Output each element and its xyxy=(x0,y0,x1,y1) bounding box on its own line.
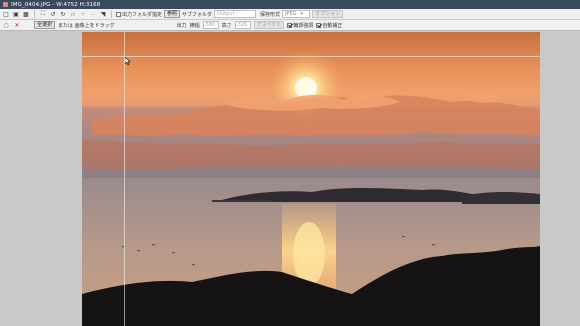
options-button[interactable]: オプション xyxy=(312,10,344,18)
crop-guide-vertical[interactable] xyxy=(124,32,125,326)
auto-correct-check-box[interactable] xyxy=(316,22,322,28)
toolbar-top: □ ▣ ▩ ⛶ ↺ ↻ ⇄ + − ◥ 出力フォルダ指定 参照 サブフォルダ O… xyxy=(0,9,580,20)
paste-icon[interactable]: ▩ xyxy=(22,10,30,18)
output-label: 出力 xyxy=(176,22,187,29)
circle-icon[interactable]: ○ xyxy=(2,21,10,29)
height-input[interactable]: 326 xyxy=(234,21,251,29)
zoom-out-icon[interactable]: − xyxy=(89,10,97,18)
select-all-button[interactable]: 全選択 xyxy=(34,21,56,29)
app-icon xyxy=(3,2,8,7)
auto-correct-checkbox[interactable]: 自動補正 xyxy=(316,22,342,29)
crop-guide-horizontal[interactable] xyxy=(82,56,540,57)
flip-icon[interactable]: ⇄ xyxy=(69,10,77,18)
rotate-right-icon[interactable]: ↻ xyxy=(59,10,67,18)
sharpen-checkbox[interactable]: 輪郭強調 xyxy=(287,22,313,29)
sharpen-label: 輪郭強調 xyxy=(293,22,314,29)
crop-icon[interactable]: ◥ xyxy=(99,10,107,18)
subfolder-label: サブフォルダ xyxy=(182,11,213,18)
title-bar: IMG_0404.JPG - W:4752 H:3168 xyxy=(0,0,580,9)
output-folder-checkbox[interactable]: 出力フォルダ指定 xyxy=(116,11,162,18)
toolbar-bottom: ○ ✕ 全選択 または 画像上をドラッグ 出力 横幅 580 高さ 326 アス… xyxy=(0,20,580,31)
rotate-left-icon[interactable]: ↺ xyxy=(49,10,57,18)
separator xyxy=(111,10,112,18)
width-label: 横幅 xyxy=(189,22,200,29)
copy-icon[interactable]: ▣ xyxy=(12,10,20,18)
separator xyxy=(34,10,35,18)
open-folder-icon[interactable]: □ xyxy=(2,10,10,18)
aspect-button[interactable]: アスペクト xyxy=(253,21,285,29)
save-format-select[interactable]: JPEG ▾ xyxy=(282,10,311,18)
height-label: 高さ xyxy=(221,22,232,29)
browse-button[interactable]: 参照 xyxy=(164,10,181,18)
auto-correct-label: 自動補正 xyxy=(322,22,343,29)
x-icon[interactable]: ✕ xyxy=(13,21,21,29)
sharpen-check-box[interactable] xyxy=(287,22,293,28)
drag-hint: または 画像上をドラッグ xyxy=(58,22,115,29)
mouse-pointer-icon xyxy=(125,57,131,65)
output-folder-check-box[interactable] xyxy=(116,11,121,17)
save-format-label: 保存形式 xyxy=(260,11,281,18)
save-format-value: JPEG xyxy=(285,11,297,17)
width-input[interactable]: 580 xyxy=(202,21,219,29)
sunset-photo[interactable] xyxy=(82,32,540,326)
subfolder-input[interactable]: Output xyxy=(214,10,257,18)
output-folder-label: 出力フォルダ指定 xyxy=(122,11,163,18)
zoom-in-icon[interactable]: + xyxy=(79,10,87,18)
window-title: IMG_0404.JPG - W:4752 H:3168 xyxy=(11,1,101,8)
fit-window-icon[interactable]: ⛶ xyxy=(39,10,47,18)
chevron-down-icon: ▾ xyxy=(300,11,304,17)
